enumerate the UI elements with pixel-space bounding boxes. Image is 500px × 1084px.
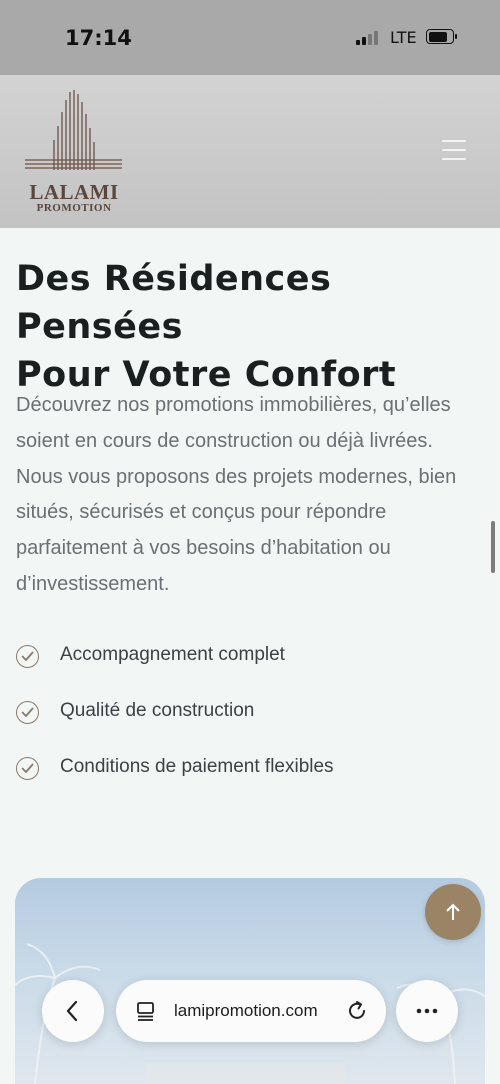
title-line-1: Des Résidences Pensées — [16, 259, 332, 347]
feature-item: Accompagnement complet — [16, 644, 456, 672]
feature-label: Conditions de paiement flexibles — [60, 756, 334, 777]
scrollbar-thumb[interactable] — [491, 521, 495, 573]
feature-item: Qualité de construction — [16, 700, 456, 728]
feature-label: Accompagnement complet — [60, 644, 285, 665]
feature-item: Conditions de paiement flexibles — [16, 756, 456, 784]
status-bar: 17:14 LTE — [0, 0, 500, 75]
reload-icon[interactable] — [345, 999, 369, 1023]
hamburger-menu-icon[interactable] — [438, 136, 470, 164]
arrow-up-icon — [446, 903, 460, 920]
url-text[interactable]: lamipromotion.com — [174, 1001, 318, 1021]
scroll-to-top-button[interactable] — [425, 884, 481, 940]
url-bar[interactable]: lamipromotion.com — [116, 980, 386, 1042]
logo-subtitle: PROMOTION — [36, 202, 112, 214]
tabs-icon[interactable] — [135, 1000, 157, 1022]
check-circle-icon — [16, 701, 39, 724]
status-time: 17:14 — [65, 26, 132, 50]
network-type: LTE — [390, 28, 417, 47]
check-circle-icon — [16, 757, 39, 780]
signal-icon — [356, 31, 382, 45]
check-circle-icon — [16, 645, 39, 668]
feature-label: Qualité de construction — [60, 700, 255, 721]
more-dots-icon — [416, 1008, 438, 1014]
back-chevron-icon — [66, 1000, 78, 1022]
page-title: Des Résidences Pensées Pour Votre Confor… — [16, 255, 496, 399]
browser-more-button[interactable] — [396, 980, 458, 1042]
browser-back-button[interactable] — [42, 980, 104, 1042]
intro-paragraph: Découvrez nos promotions immobilières, q… — [16, 394, 457, 595]
battery-icon — [426, 29, 457, 44]
